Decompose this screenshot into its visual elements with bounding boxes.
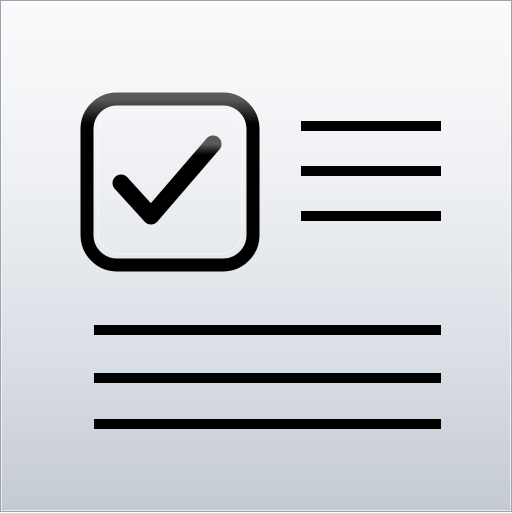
short-text-lines xyxy=(301,121,441,221)
checkmark-icon xyxy=(112,135,222,225)
long-text-lines xyxy=(94,325,441,429)
checklist-app-icon xyxy=(0,0,512,512)
checkbox-checked-icon xyxy=(80,92,260,272)
checklist-document-icon xyxy=(80,92,441,429)
